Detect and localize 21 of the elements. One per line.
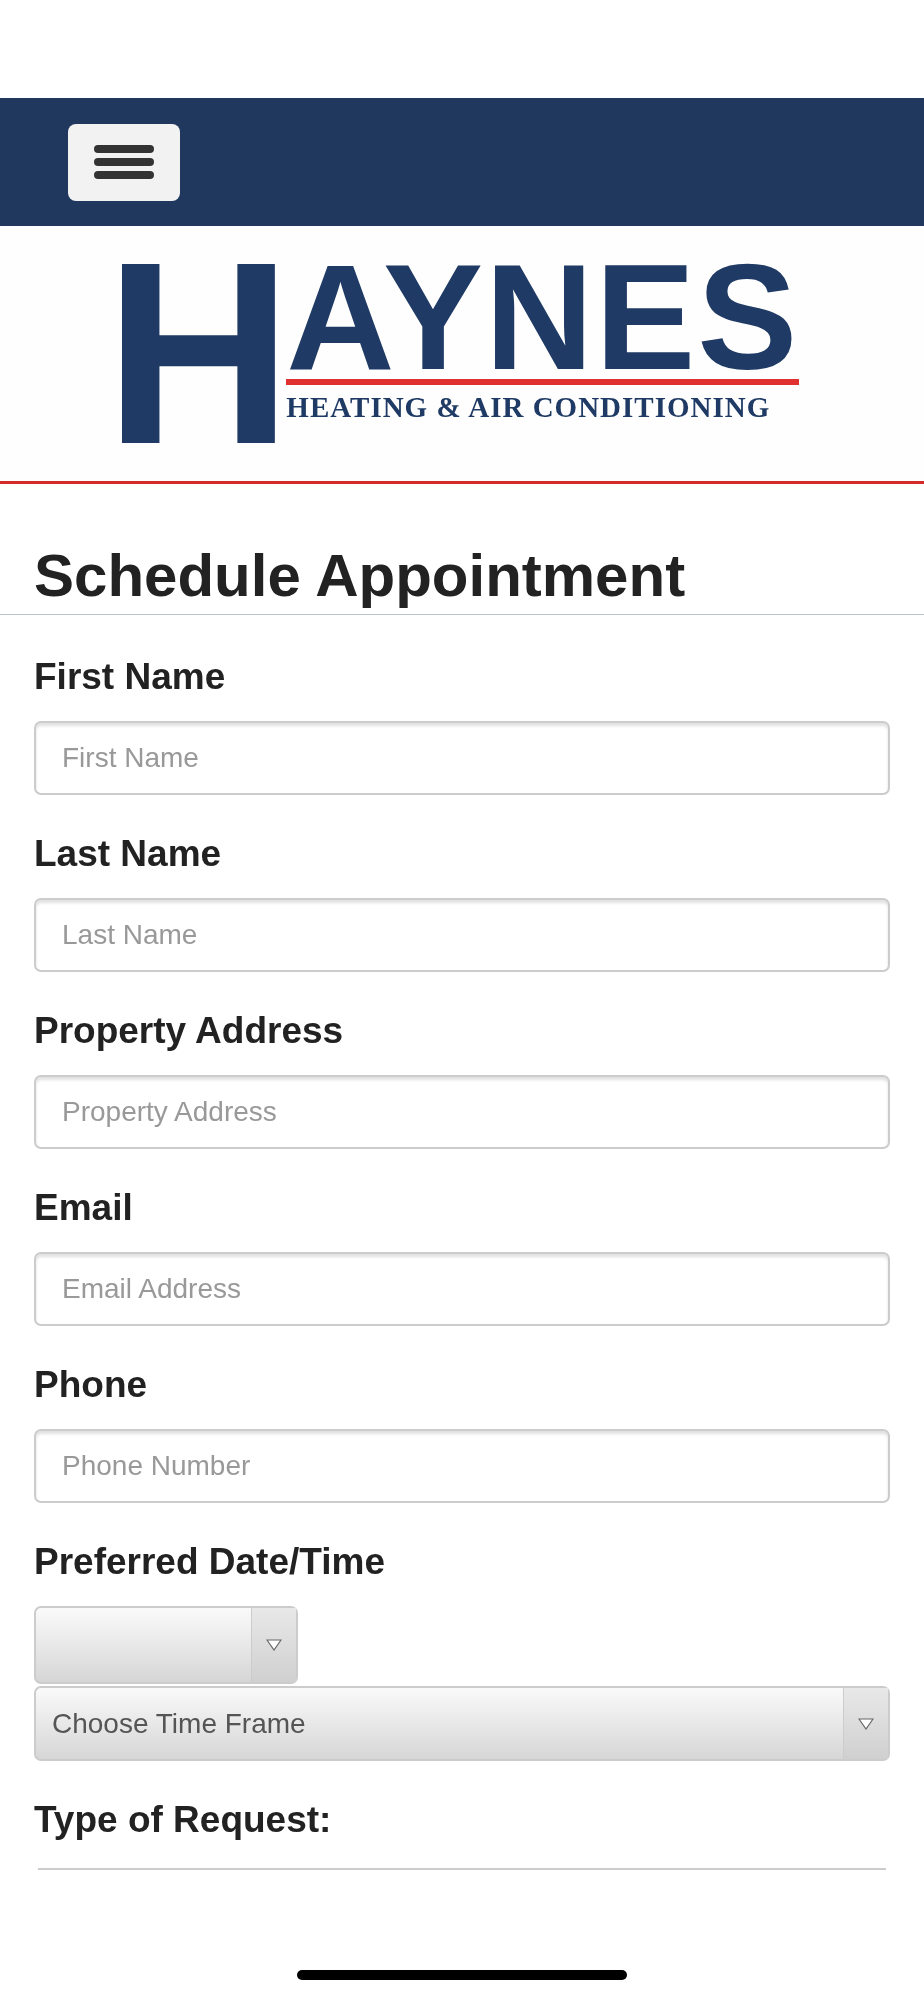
field-label: Phone <box>34 1363 148 1407</box>
input-field[interactable]: Last Name <box>34 898 890 972</box>
dropdown-arrow-icon <box>858 1717 874 1730</box>
field-label: Type of Request: <box>34 1798 332 1842</box>
page-title: Schedule Appointment <box>0 484 924 615</box>
logo-wordmark: AYNES <box>286 256 800 377</box>
input-field[interactable]: Property Address <box>34 1075 890 1149</box>
field-label: Email <box>34 1186 133 1230</box>
logo-tagline: HEATING & AIR CONDITIONING <box>286 390 772 424</box>
menu-button[interactable] <box>68 123 180 201</box>
field-label: Last Name <box>34 832 222 876</box>
field-label: Property Address <box>34 1009 344 1053</box>
field-label: First Name <box>34 655 226 699</box>
dropdown-arrow-icon <box>266 1639 282 1651</box>
logo-initial: H <box>104 247 283 460</box>
input-field[interactable]: Phone Number <box>34 1429 890 1503</box>
time-select[interactable]: Choose Time Frame <box>34 1686 890 1761</box>
field-label: Preferred Date/Time <box>34 1540 385 1584</box>
menu-icon <box>94 145 154 179</box>
input-field[interactable]: Email Address <box>34 1252 890 1326</box>
input-field[interactable]: First Name <box>34 721 890 795</box>
